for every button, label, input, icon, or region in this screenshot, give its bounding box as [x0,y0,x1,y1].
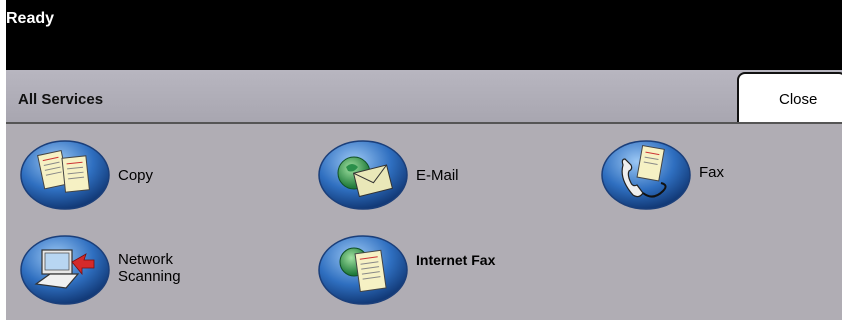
service-internet-fax-label: Internet Fax [416,252,496,268]
service-network-scanning[interactable]: Network Scanning [20,232,240,310]
status-bar [6,0,842,70]
status-text: Ready [6,10,55,27]
internet-fax-icon [318,235,408,305]
service-fax-label: Fax [699,164,725,181]
close-button[interactable]: Close [737,72,842,122]
close-button-label: Close [779,91,818,108]
service-copy[interactable]: Copy [20,137,220,213]
email-icon [318,140,408,210]
service-email-label: E-Mail [416,167,459,184]
copy-icon [20,140,110,210]
service-fax[interactable]: Fax [601,137,801,213]
device-screen: Ready All Services Close Copy E-Mail Fax… [0,0,842,320]
page-title: All Services [18,91,104,108]
service-copy-label: Copy [118,167,154,184]
service-email[interactable]: E-Mail [318,137,538,213]
service-network-scanning-label-line1: Network [118,251,174,268]
service-internet-fax[interactable]: Internet Fax [318,232,558,310]
service-network-scanning-label-line2: Scanning [118,268,181,285]
header-bar [6,70,842,122]
fax-icon [601,140,691,210]
network-scanning-icon [20,235,110,305]
